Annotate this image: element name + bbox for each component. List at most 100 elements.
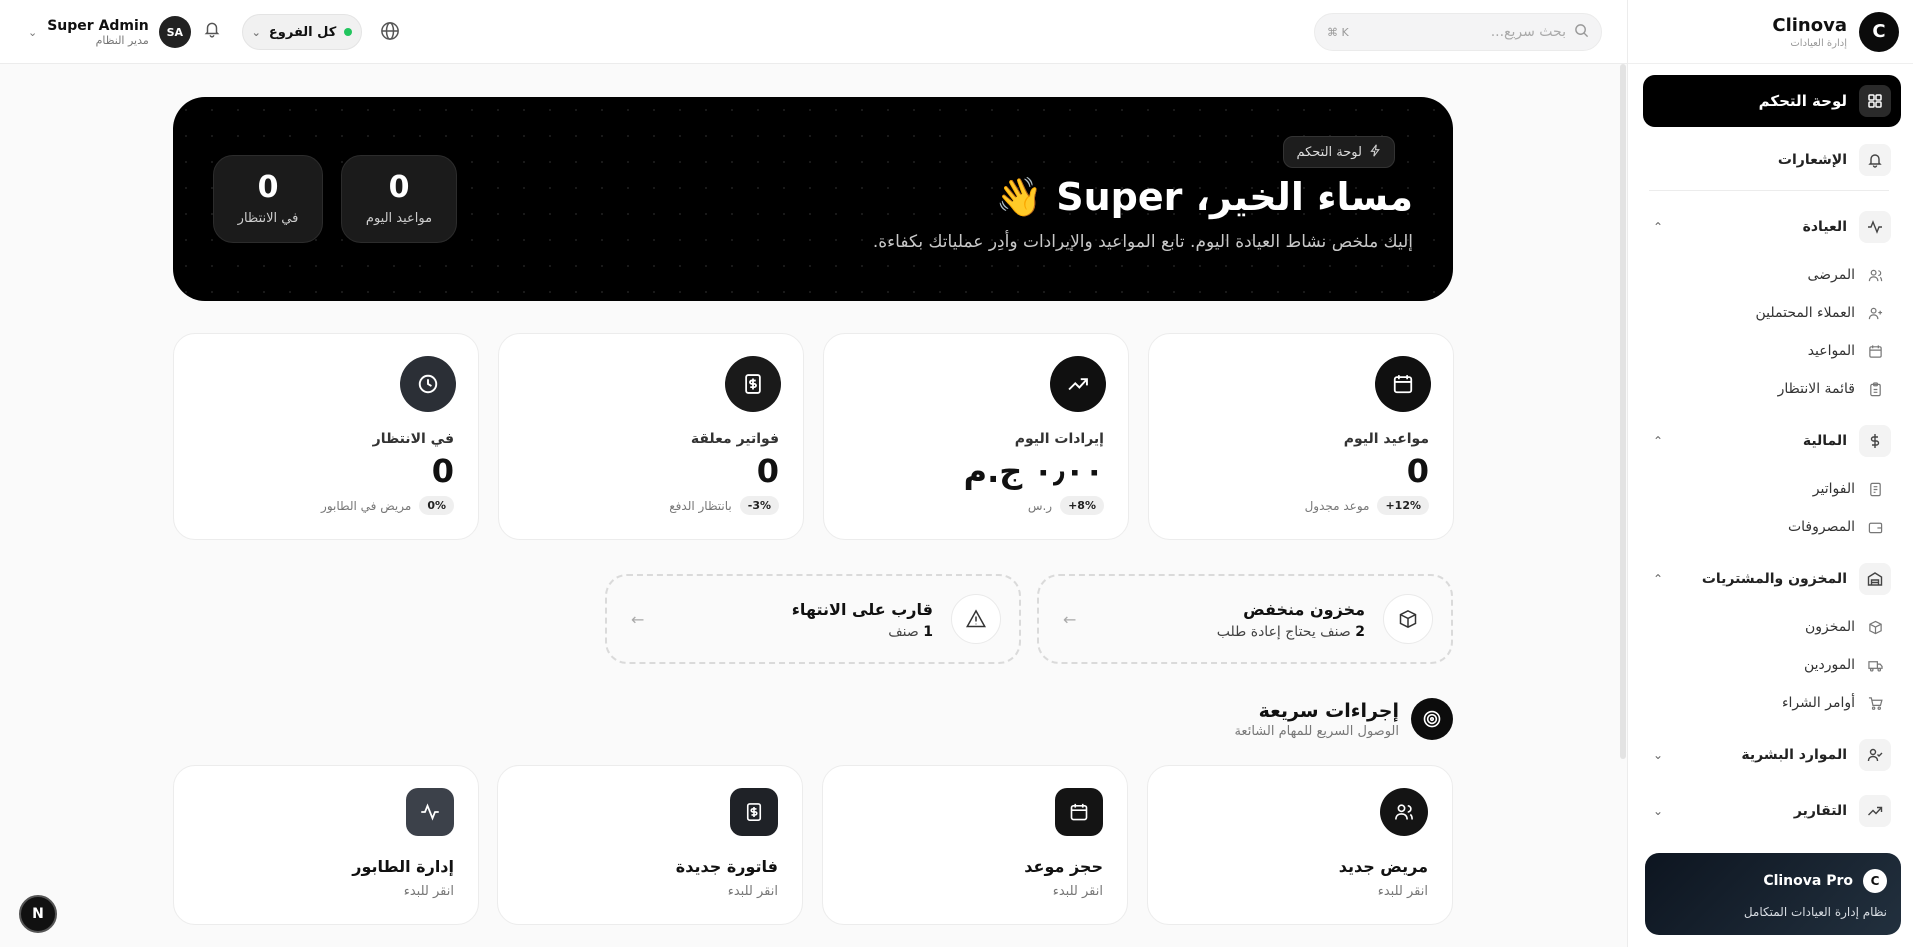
stat-label: إيرادات اليوم (1014, 431, 1104, 447)
sidebar-item-invoices[interactable]: الفواتير (1663, 477, 1883, 501)
chevron-up-icon: ⌃ (1653, 572, 1664, 586)
alert-title: قارب على الانتهاء (791, 600, 933, 619)
quick-action-manage-queue[interactable]: إدارة الطابور انقر للبدء (173, 765, 479, 925)
sidebar-item-appointments[interactable]: المواعيد (1663, 339, 1883, 363)
dev-tools-badge[interactable]: N (19, 895, 57, 933)
quick-action-new-patient[interactable]: مريض جديد انقر للبدء (1147, 765, 1453, 925)
globe-icon[interactable] (380, 21, 400, 45)
user-plus-icon (1867, 305, 1883, 321)
alert-count: 1 (923, 624, 933, 640)
receipt-icon (725, 356, 781, 412)
stat-card-appointments[interactable]: مواعيد اليوم 0 +12% موعد مجدول (1148, 333, 1454, 540)
sidebar-section-label: المالية (1802, 433, 1847, 449)
user-check-icon (1859, 739, 1891, 771)
stat-value: 0 (1406, 452, 1429, 490)
sidebar-scrollbar[interactable] (1620, 64, 1626, 759)
sidebar-section-hr[interactable]: الموارد البشرية ⌄ (1643, 739, 1901, 771)
sidebar-section-inventory[interactable]: المخزون والمشتريات ⌃ (1643, 563, 1901, 595)
quick-action-title: حجز موعد (1024, 857, 1103, 876)
sidebar-item-stock[interactable]: المخزون (1663, 615, 1883, 639)
activity-icon (406, 788, 454, 836)
quick-action-book-appointment[interactable]: حجز موعد انقر للبدء (822, 765, 1128, 925)
sidebar-item-label: الإشعارات (1777, 152, 1847, 168)
sidebar-divider (1649, 190, 1889, 191)
sidebar-item-patients[interactable]: المرضى (1663, 263, 1883, 287)
clock-icon (400, 356, 456, 412)
stat-badge: 0% (419, 496, 454, 515)
search-input[interactable] (1356, 24, 1566, 40)
status-dot (344, 28, 353, 36)
chevron-down-icon: ⌄ (1653, 748, 1664, 762)
quick-actions-header: إجراءات سريعة الوصول السريع للمهام الشائ… (1234, 698, 1453, 740)
box-icon (1867, 619, 1883, 635)
sidebar-item-label: المخزون (1804, 619, 1855, 635)
alert-subtitle: صنف (888, 624, 919, 640)
calendar-icon (1867, 343, 1883, 359)
users-icon (1867, 267, 1883, 283)
sidebar-item-dashboard[interactable]: لوحة التحكم (1643, 75, 1901, 127)
sidebar-item-purchase-orders[interactable]: أوامر الشراء (1663, 691, 1883, 715)
alert-title: مخزون منخفض (1243, 600, 1365, 619)
wallet-icon (1867, 519, 1883, 535)
alert-expiring[interactable]: قارب على الانتهاء 1 صنف ← (605, 574, 1021, 664)
sidebar-item-suppliers[interactable]: الموردين (1663, 653, 1883, 677)
target-icon (1411, 698, 1453, 740)
brand[interactable]: C Clinova إدارة العيادات (1628, 0, 1913, 64)
stat-label: مواعيد اليوم (1343, 431, 1429, 447)
search-shortcut: ⌘ K (1327, 25, 1349, 39)
receipt-icon (730, 788, 778, 836)
quick-action-title: إدارة الطابور (352, 857, 454, 876)
sidebar-item-label: الموردين (1803, 657, 1855, 673)
truck-icon (1867, 657, 1883, 673)
grid-icon (1859, 85, 1891, 117)
hero-badge: لوحة التحكم (1283, 136, 1395, 168)
hero-stat-value: 0 (257, 170, 279, 205)
dollar-icon (1859, 425, 1891, 457)
stat-card-waiting[interactable]: في الانتظار 0 0% مريض في الطابور (173, 333, 479, 540)
branch-selector[interactable]: كل الفروع ⌄ (242, 14, 362, 50)
stat-caption: بانتظار الدفع (669, 498, 732, 513)
stat-badge: -3% (739, 496, 779, 515)
sidebar-section-finance[interactable]: المالية ⌃ (1643, 425, 1901, 457)
user-menu[interactable]: ⌄ Super Admin مدير النظام SA (28, 12, 191, 52)
stat-label: فواتير معلقة (690, 431, 779, 447)
sidebar-item-expenses[interactable]: المصروفات (1663, 515, 1883, 539)
brand-logo: C (1859, 11, 1899, 52)
chevron-up-icon: ⌃ (1653, 434, 1664, 448)
brand-name: Clinova (1772, 14, 1847, 36)
warehouse-icon (1859, 563, 1891, 595)
quick-action-new-invoice[interactable]: فاتورة جديدة انقر للبدء (497, 765, 803, 925)
bell-icon (1859, 144, 1891, 176)
stat-value: ٠٫٠٠ ج.م (963, 452, 1104, 490)
sidebar-item-waitlist[interactable]: قائمة الانتظار (1663, 377, 1883, 401)
chevron-down-icon: ⌄ (28, 25, 38, 39)
stat-card-revenue[interactable]: إيرادات اليوم ٠٫٠٠ ج.م +8% ر.س (823, 333, 1129, 540)
sidebar-section-clinic[interactable]: العيادة ⌃ (1643, 211, 1901, 243)
quick-actions-title: إجراءات سريعة (1258, 699, 1399, 722)
avatar: SA (158, 16, 191, 48)
stat-badge: +8% (1060, 496, 1104, 515)
quick-action-title: فاتورة جديدة (675, 857, 778, 876)
sidebar-item-label: المواعيد (1807, 343, 1855, 359)
stat-value: 0 (431, 452, 454, 490)
alert-low-stock[interactable]: مخزون منخفض 2 صنف يحتاج إعادة طلب ← (1037, 574, 1453, 664)
sidebar-item-notifications[interactable]: الإشعارات (1643, 142, 1901, 178)
trending-up-icon (1050, 356, 1106, 412)
sidebar-item-label: قائمة الانتظار (1777, 381, 1855, 397)
quick-actions-subtitle: الوصول السريع للمهام الشائعة (1234, 723, 1399, 739)
hero-banner: لوحة التحكم مساء الخير، Super 👋 إليك ملخ… (173, 97, 1453, 301)
search-icon (1574, 23, 1589, 42)
quick-action-subtitle: انقر للبدء (1377, 884, 1428, 899)
hero-stat-waiting: 0 في الانتظار (213, 155, 323, 243)
stat-card-pending-invoices[interactable]: فواتير معلقة 0 -3% بانتظار الدفع (498, 333, 804, 540)
pro-card[interactable]: C Clinova Pro نظام إدارة العيادات المتكا… (1645, 853, 1901, 935)
user-name: Super Admin (47, 17, 149, 34)
pro-logo: C (1863, 869, 1887, 893)
search-box[interactable]: ⌘ K (1314, 13, 1602, 51)
bell-icon[interactable] (203, 20, 221, 42)
hero-badge-label: لوحة التحكم (1296, 144, 1362, 160)
cart-icon (1867, 695, 1883, 711)
sidebar-item-label: الفواتير (1812, 481, 1855, 497)
sidebar-item-leads[interactable]: العملاء المحتملين (1663, 301, 1883, 325)
sidebar-section-reports[interactable]: التقارير ⌄ (1643, 795, 1901, 827)
